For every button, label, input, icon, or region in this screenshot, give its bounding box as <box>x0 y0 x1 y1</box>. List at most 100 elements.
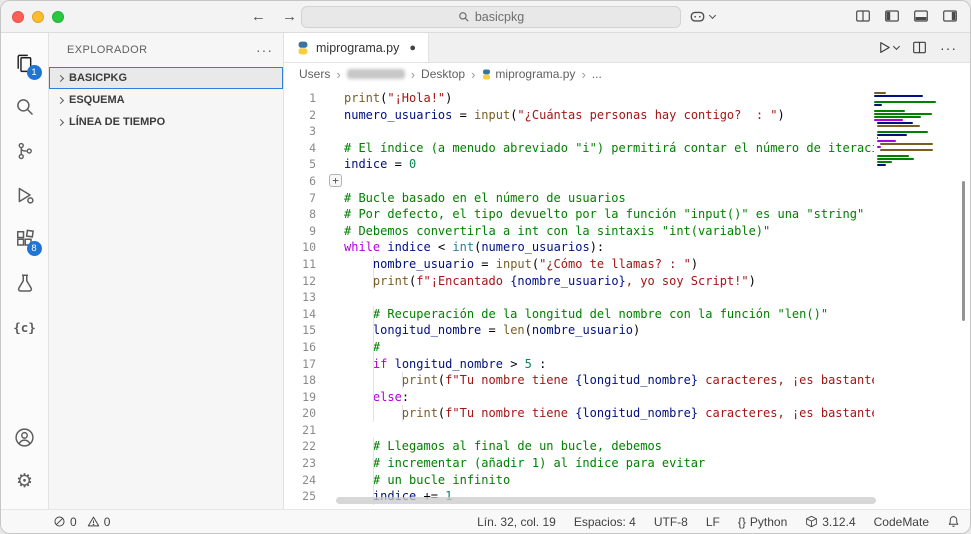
warning-count: 0 <box>104 515 111 529</box>
minimap[interactable] <box>874 85 956 509</box>
source-control-icon <box>15 141 35 161</box>
breadcrumb-separator: › <box>471 67 475 82</box>
breadcrumb-separator: › <box>336 67 340 82</box>
main-area: 1 8 {c} <box>1 33 970 509</box>
sidebar-section-basicpkg[interactable]: BASICPKG <box>49 67 283 89</box>
activity-source-control-button[interactable] <box>1 129 49 173</box>
section-label: LÍNEA DE TIEMPO <box>69 116 165 128</box>
error-icon <box>53 515 66 528</box>
account-icon <box>14 427 35 448</box>
toggle-panel-icon[interactable] <box>913 8 929 24</box>
error-count: 0 <box>70 515 77 529</box>
gear-icon: ⚙ <box>16 470 33 493</box>
indentation-setting[interactable]: Espacios: 4 <box>574 515 636 529</box>
customize-layout-icon[interactable] <box>855 8 871 24</box>
problems-warnings[interactable]: 0 <box>87 515 111 529</box>
activity-extensions-button[interactable]: 8 <box>1 217 49 261</box>
breadcrumb-users[interactable]: Users <box>299 67 330 81</box>
file-encoding[interactable]: UTF-8 <box>654 515 688 529</box>
breadcrumb-file[interactable]: miprograma.py <box>481 67 575 81</box>
breadcrumb-file-label: miprograma.py <box>495 67 575 81</box>
package-icon <box>805 515 818 528</box>
minimap-content <box>874 85 956 166</box>
codemate-extension[interactable]: CodeMate <box>874 515 929 529</box>
chevron-right-icon <box>57 118 64 125</box>
activity-search-button[interactable] <box>1 85 49 129</box>
code-editor[interactable]: 1234567891011121314151617181920212223242… <box>284 85 970 509</box>
horizontal-scrollbar[interactable] <box>336 497 876 504</box>
breadcrumb-desktop[interactable]: Desktop <box>421 67 465 81</box>
run-python-file-button[interactable] <box>877 40 899 55</box>
activity-testing-button[interactable] <box>1 261 49 305</box>
explorer-badge: 1 <box>27 65 42 80</box>
chevron-right-icon <box>57 96 64 103</box>
toggle-secondary-sidebar-icon[interactable] <box>942 8 958 24</box>
activity-explorer-button[interactable]: 1 <box>1 41 49 85</box>
editor-group: miprograma.py ● ··· Users › <box>284 33 970 509</box>
tab-miprograma[interactable]: miprograma.py ● <box>284 33 429 62</box>
braces-icon: {} <box>738 515 746 529</box>
settings-button[interactable]: ⚙ <box>1 459 49 503</box>
interpreter-version: 3.12.4 <box>822 515 855 529</box>
activity-run-debug-button[interactable] <box>1 173 49 217</box>
close-window-button[interactable] <box>12 11 24 23</box>
problems-errors[interactable]: 0 <box>53 515 77 529</box>
sidebar-section-esquema[interactable]: ESQUEMA <box>49 89 283 111</box>
activity-c-extension-button[interactable]: {c} <box>1 305 49 349</box>
toggle-primary-sidebar-icon[interactable] <box>884 8 900 24</box>
run-debug-icon <box>15 185 35 205</box>
language-mode[interactable]: {} Python <box>738 515 787 529</box>
eol-setting[interactable]: LF <box>706 515 720 529</box>
status-bar: 0 0 Lín. 32, col. 19 Espacios: 4 UTF-8 L… <box>1 509 970 533</box>
zoom-window-button[interactable] <box>52 11 64 23</box>
sidebar-title: EXPLORADOR <box>67 44 147 56</box>
chevron-right-icon <box>57 74 64 81</box>
split-editor-button[interactable] <box>912 40 927 55</box>
sidebar-section-timeline[interactable]: LÍNEA DE TIEMPO <box>49 111 283 133</box>
title-bar: ← → basicpkg <box>1 1 970 33</box>
search-icon <box>15 97 35 117</box>
tab-bar: miprograma.py ● ··· <box>284 33 970 63</box>
split-editor-icon <box>912 40 927 55</box>
section-label: BASICPKG <box>69 72 127 84</box>
play-icon <box>877 40 892 55</box>
section-label: ESQUEMA <box>69 94 125 106</box>
warning-icon <box>87 515 100 528</box>
navigate-back-button[interactable]: ← <box>251 8 266 25</box>
bell-icon <box>947 515 960 528</box>
navigate-forward-button[interactable]: → <box>282 8 297 25</box>
breadcrumb-separator: › <box>581 67 585 82</box>
sidebar-more-actions-button[interactable]: ··· <box>256 42 273 58</box>
breadcrumb-symbol[interactable]: ... <box>592 67 602 81</box>
command-center-search[interactable]: basicpkg <box>301 6 681 28</box>
flask-icon <box>15 273 35 293</box>
explorer-sidebar: EXPLORADOR ··· BASICPKG ESQUEMA LÍNEA DE… <box>49 33 284 509</box>
copilot-menu-button[interactable] <box>689 8 715 25</box>
chevron-down-icon <box>709 12 716 19</box>
search-icon <box>458 11 470 23</box>
python-icon <box>296 41 310 55</box>
inline-add-button[interactable]: + <box>329 174 342 187</box>
window-controls <box>1 11 64 23</box>
copilot-icon <box>689 8 706 25</box>
vscode-window: ← → basicpkg <box>0 0 971 534</box>
cursor-position[interactable]: Lín. 32, col. 19 <box>477 515 556 529</box>
breadcrumb-redacted-user[interactable] <box>347 69 405 79</box>
breadcrumb: Users › › Desktop › miprograma.py › ... <box>284 63 970 85</box>
editor-gutter[interactable]: 1234567891011121314151617181920212223242… <box>284 85 328 509</box>
notifications-button[interactable] <box>947 515 960 528</box>
modified-dot-icon[interactable]: ● <box>409 42 416 54</box>
account-button[interactable] <box>1 415 49 459</box>
python-interpreter[interactable]: 3.12.4 <box>805 515 855 529</box>
tab-label: miprograma.py <box>316 41 399 55</box>
language-label: Python <box>750 515 787 529</box>
c-braces-icon: {c} <box>13 320 36 335</box>
editor-more-actions-button[interactable]: ··· <box>940 40 957 56</box>
command-center-query: basicpkg <box>475 10 524 24</box>
python-icon <box>481 69 492 80</box>
breadcrumb-separator: › <box>411 67 415 82</box>
chevron-down-icon <box>893 43 900 50</box>
extensions-badge: 8 <box>27 241 42 256</box>
vertical-scrollbar[interactable] <box>962 181 965 321</box>
minimize-window-button[interactable] <box>32 11 44 23</box>
